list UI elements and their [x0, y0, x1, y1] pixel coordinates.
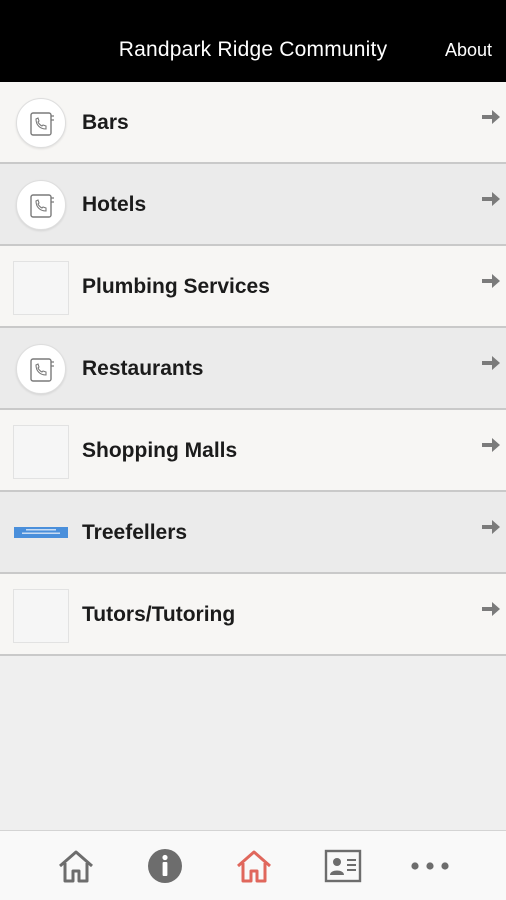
home-icon[interactable]: [56, 848, 96, 884]
list-item-hotels[interactable]: Hotels: [0, 164, 506, 246]
tab-bar: [0, 830, 506, 900]
list-item-label: Shopping Malls: [82, 439, 238, 462]
list-item-label: Tutors/Tutoring: [82, 603, 236, 626]
arrow-right-icon: [482, 602, 500, 616]
list-item-tutors-tutoring[interactable]: Tutors/Tutoring: [0, 574, 506, 656]
arrow-right-icon: [482, 438, 500, 452]
blank-thumbnail: [13, 589, 69, 643]
banner-thumbnail: [14, 527, 68, 538]
arrow-right-icon: [482, 274, 500, 288]
list-item-label: Plumbing Services: [82, 275, 270, 298]
arrow-right-icon: [482, 110, 500, 124]
blank-thumbnail: [13, 425, 69, 479]
list-item-label: Hotels: [82, 193, 147, 216]
list-item-restaurants[interactable]: Restaurants: [0, 328, 506, 410]
list-item-treefellers[interactable]: Treefellers: [0, 492, 506, 574]
more-icon[interactable]: [410, 848, 450, 884]
arrow-right-icon: [482, 192, 500, 206]
arrow-right-icon: [482, 356, 500, 370]
about-button[interactable]: About: [445, 40, 492, 61]
phone-book-icon: [16, 98, 66, 148]
list-item-bars[interactable]: Bars: [0, 82, 506, 164]
category-list: Bars Hotels Plumbing Services Restaurant…: [0, 82, 506, 656]
page-title: Randpark Ridge Community: [118, 38, 388, 61]
header-bar: Randpark Ridge Community About: [0, 0, 506, 82]
list-item-label: Treefellers: [82, 521, 188, 544]
list-item-label: Restaurants: [82, 357, 204, 380]
info-icon[interactable]: [145, 848, 185, 884]
list-item-shopping-malls[interactable]: Shopping Malls: [0, 410, 506, 492]
blank-thumbnail: [13, 261, 69, 315]
contact-card-icon[interactable]: [323, 848, 363, 884]
arrow-right-icon: [482, 520, 500, 534]
phone-book-icon: [16, 180, 66, 230]
list-item-plumbing-services[interactable]: Plumbing Services: [0, 246, 506, 328]
home-icon[interactable]: [234, 848, 274, 884]
list-item-label: Bars: [82, 111, 129, 134]
phone-book-icon: [16, 344, 66, 394]
